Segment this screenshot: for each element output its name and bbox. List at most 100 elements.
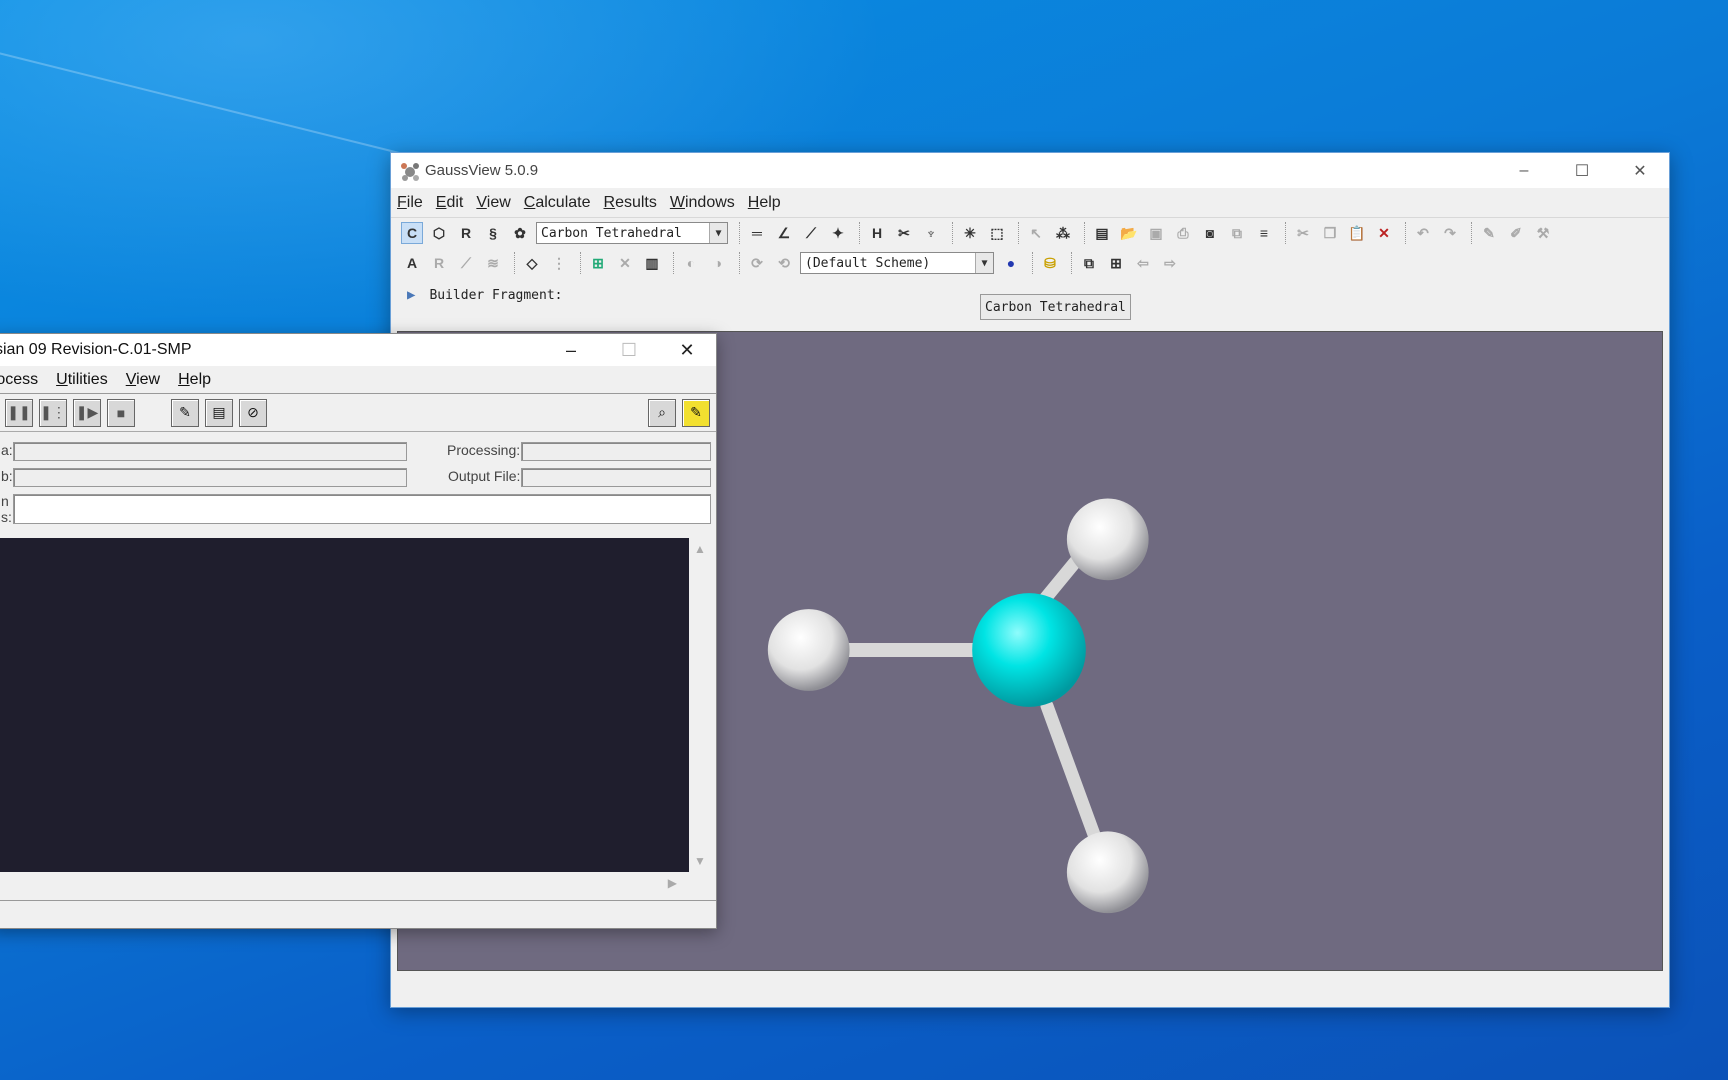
- modify-bond-icon[interactable]: ═: [746, 222, 768, 244]
- queue-list-icon[interactable]: ▤: [205, 398, 233, 427]
- export-icon[interactable]: ⧉: [1226, 222, 1248, 244]
- menu-utilities[interactable]: Utilities: [56, 371, 108, 389]
- tool-2-icon[interactable]: ✐: [1505, 222, 1527, 244]
- undo-icon[interactable]: ↶: [1412, 222, 1434, 244]
- copy-icon[interactable]: ❐: [1319, 222, 1341, 244]
- close-button[interactable]: ✕: [658, 334, 716, 366]
- list-icon[interactable]: ≡: [1253, 222, 1275, 244]
- carbon-atom-center[interactable]: [972, 593, 1086, 707]
- processing-field[interactable]: [521, 442, 711, 461]
- modify-angle-icon[interactable]: ∠: [773, 222, 795, 244]
- symmetrize-icon[interactable]: ✳: [959, 222, 981, 244]
- color-scheme-select[interactable]: (Default Scheme) ▼: [800, 252, 994, 274]
- menu-help[interactable]: Help: [178, 371, 211, 389]
- output-console[interactable]: [0, 538, 689, 872]
- delete-icon[interactable]: ✕: [1373, 222, 1395, 244]
- menu-file[interactable]: File: [397, 194, 423, 212]
- hydrogen-atom-left[interactable]: [767, 609, 850, 691]
- vertical-bond-icon[interactable]: ⋮: [548, 252, 570, 274]
- camera-icon[interactable]: ◙: [1199, 222, 1221, 244]
- output-file-field[interactable]: [521, 468, 711, 487]
- chevron-down-icon[interactable]: ▼: [975, 253, 993, 273]
- select-atoms-icon[interactable]: ⁂: [1052, 222, 1074, 244]
- label-atoms-icon[interactable]: A: [401, 252, 423, 274]
- minimize-button[interactable]: –: [1495, 153, 1553, 188]
- horizontal-scrollbar[interactable]: ▶: [0, 872, 711, 894]
- inquire-icon[interactable]: ✦: [827, 222, 849, 244]
- label-r-icon[interactable]: R: [428, 252, 450, 274]
- menu-help[interactable]: Help: [748, 194, 781, 212]
- stop-icon[interactable]: ■: [107, 398, 135, 427]
- job-field[interactable]: [13, 468, 407, 487]
- delete-atom-icon[interactable]: ✂: [893, 222, 915, 244]
- element-fragment-icon[interactable]: C: [401, 222, 423, 244]
- close-button[interactable]: ✕: [1611, 153, 1669, 188]
- cut-icon[interactable]: ✂: [1292, 222, 1314, 244]
- save-icon[interactable]: ▣: [1145, 222, 1167, 244]
- add-hydrogens-icon[interactable]: H: [866, 222, 888, 244]
- hydrogen-atom-top[interactable]: [1066, 498, 1149, 581]
- search-icon[interactable]: ⌕: [648, 398, 676, 427]
- fragment-select[interactable]: Carbon Tetrahedral ▼: [536, 222, 728, 244]
- arrow-left-icon[interactable]: ⇦: [1132, 252, 1154, 274]
- print-icon[interactable]: ⎙: [1172, 222, 1194, 244]
- modify-dihedral-icon[interactable]: ⟋: [800, 222, 822, 244]
- stack-icon[interactable]: ▥: [641, 252, 663, 274]
- rotate-icon[interactable]: ⟳: [746, 252, 768, 274]
- menu-process[interactable]: rocess: [0, 371, 38, 389]
- edit-note-icon[interactable]: ✎: [682, 398, 710, 427]
- close-view-icon[interactable]: ✕: [614, 252, 636, 274]
- edit-job-icon[interactable]: ✎: [171, 398, 199, 427]
- biological-fragment-icon[interactable]: §: [482, 222, 504, 244]
- add-view-icon[interactable]: ⊞: [587, 252, 609, 274]
- tile-windows-icon[interactable]: ⊞: [1105, 252, 1127, 274]
- pause-icon[interactable]: ❚❚: [5, 398, 33, 427]
- expand-arrow-icon[interactable]: ▶: [407, 287, 415, 303]
- paste-icon[interactable]: 📋: [1346, 222, 1368, 244]
- vertical-scrollbar[interactable]: ▲ ▼: [689, 538, 711, 872]
- bond-style-icon[interactable]: ⟋: [455, 252, 477, 274]
- cascade-windows-icon[interactable]: ⧉: [1078, 252, 1100, 274]
- custom-fragment-icon[interactable]: ✿: [509, 222, 531, 244]
- menu-results[interactable]: Results: [604, 194, 657, 212]
- gaussview-titlebar[interactable]: GaussView 5.0.9 – ☐ ✕: [391, 153, 1669, 188]
- hatch-icon[interactable]: ≋: [482, 252, 504, 274]
- diamond-icon[interactable]: ◇: [521, 252, 543, 274]
- new-icon[interactable]: ▤: [1091, 222, 1113, 244]
- route-field[interactable]: [13, 494, 711, 524]
- resume-icon[interactable]: ❚▶: [73, 398, 101, 427]
- rotate-menu-icon[interactable]: ⟲: [773, 252, 795, 274]
- menu-view[interactable]: View: [476, 194, 510, 212]
- tool-1-icon[interactable]: ✎: [1478, 222, 1500, 244]
- redo-icon[interactable]: ↷: [1439, 222, 1461, 244]
- clean-icon[interactable]: ♆: [920, 222, 942, 244]
- layer-2-icon[interactable]: ◑: [707, 252, 729, 274]
- scroll-right-icon[interactable]: ▶: [668, 876, 677, 890]
- menu-windows[interactable]: Windows: [670, 194, 735, 212]
- delete-job-icon[interactable]: ⊘: [239, 398, 267, 427]
- gaussian-titlebar[interactable]: sian 09 Revision-C.01-SMP – ☐ ✕: [0, 334, 716, 366]
- hydrogen-atom-bottom[interactable]: [1066, 831, 1149, 914]
- menu-calculate[interactable]: Calculate: [524, 194, 591, 212]
- file-field[interactable]: [13, 442, 407, 461]
- tool-3-icon[interactable]: ⚒: [1532, 222, 1554, 244]
- maximize-button[interactable]: ☐: [600, 334, 658, 366]
- gaussian-window[interactable]: sian 09 Revision-C.01-SMP – ☐ ✕ rocess U…: [0, 333, 717, 929]
- coins-icon[interactable]: ⛁: [1039, 252, 1061, 274]
- pause-after-icon[interactable]: ❚⋮: [39, 398, 67, 427]
- scroll-up-icon[interactable]: ▲: [694, 542, 706, 556]
- arrow-right-icon[interactable]: ⇨: [1159, 252, 1181, 274]
- menu-view[interactable]: View: [126, 371, 160, 389]
- select-region-icon[interactable]: ⬚: [986, 222, 1008, 244]
- menu-edit[interactable]: Edit: [436, 194, 464, 212]
- scheme-globe-icon[interactable]: ●: [1000, 252, 1022, 274]
- open-folder-icon[interactable]: 📂: [1118, 222, 1140, 244]
- ring-fragment-icon[interactable]: ⬡: [428, 222, 450, 244]
- layer-1-icon[interactable]: ◐: [680, 252, 702, 274]
- pointer-icon[interactable]: ↖: [1025, 222, 1047, 244]
- r-group-fragment-icon[interactable]: R: [455, 222, 477, 244]
- minimize-button[interactable]: –: [542, 334, 600, 366]
- chevron-down-icon[interactable]: ▼: [709, 223, 727, 243]
- scroll-down-icon[interactable]: ▼: [694, 854, 706, 868]
- maximize-button[interactable]: ☐: [1553, 153, 1611, 188]
